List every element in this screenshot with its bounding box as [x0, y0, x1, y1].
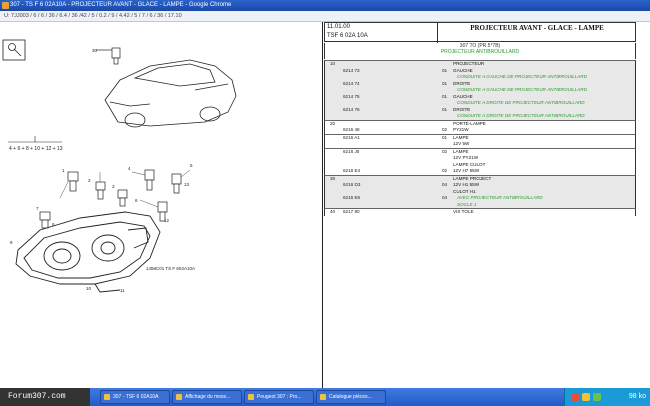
system-tray: 98 ko	[564, 388, 650, 406]
address-text: U: 7JJ003 / 6 / 6 / 36 / 6.4 / 36 /42 / …	[4, 13, 182, 19]
callout-labels: 30 1 2 3 4 5 6 7 8 9 10 11 12 13	[10, 48, 193, 293]
window-icon	[104, 394, 110, 400]
part-description: VIS TOLE	[453, 209, 474, 214]
taskbar-item-label: 307 - TSF 6 02A10A	[113, 394, 159, 400]
sheet-subheader: 307 TO (PR 5*7B) PROJECTEUR ANTIBROUILLA…	[324, 43, 636, 59]
subheader-variant: PROJECTEUR ANTIBROUILLARD	[440, 49, 520, 55]
parts-table: 10 PROJECTEUR 6214 73 01 GAUCHE CONDUITE A GA…	[324, 60, 636, 216]
svg-text:10: 10	[86, 286, 92, 291]
window-icon	[176, 394, 182, 400]
svg-text:5: 5	[190, 163, 193, 168]
parts-row: 6216 J0 02 LAMPE 12V PY21W LAMPE CULOT 6216 E…	[324, 147, 636, 175]
taskbar-item-label: Affichage du mess...	[185, 394, 231, 400]
taskbar-item-label: Peugeot 307 : Pro...	[257, 394, 302, 400]
parts-diagram-pane: 4 + 6 + 8 + 10 + 12 + 13 30 1 2 3 4 5 6 …	[0, 22, 323, 388]
svg-text:3: 3	[112, 184, 115, 189]
bolt-icon	[2, 39, 26, 61]
window-icon	[320, 394, 326, 400]
taskbar-item-label: Catalogue pièces...	[329, 394, 372, 400]
parts-diagram: 4 + 6 + 8 + 10 + 12 + 13 30 1 2 3 4 5 6 …	[2, 39, 237, 293]
taskbar-item-1[interactable]: 307 - TSF 6 02A10A	[100, 390, 170, 404]
svg-text:12: 12	[164, 218, 170, 223]
svg-text:2: 2	[88, 178, 91, 183]
bulb-parts	[39, 169, 182, 229]
address-bar[interactable]: U: 7JJ003 / 6 / 6 / 36 / 6.4 / 36 /42 / …	[0, 11, 650, 22]
svg-text:13: 13	[184, 182, 190, 187]
connector-icon	[96, 47, 121, 65]
index-bracket	[8, 136, 62, 143]
parts-row: 20 PORTE-LAMPE 6216 48 02 PY21W	[324, 119, 636, 134]
taskbar: Forum307.com 307 - TSF 6 02A10A Affichag…	[0, 388, 650, 406]
svg-text:9: 9	[10, 240, 13, 245]
item-number: 40	[330, 209, 336, 214]
start-button[interactable]: Forum307.com	[0, 388, 90, 406]
svg-text:8: 8	[52, 222, 55, 227]
window-title: 307 - TS F 6 02A10A - PROJECTEUR AVANT -…	[10, 2, 232, 8]
window-icon	[248, 394, 254, 400]
tray-status-text: 98 ko	[628, 393, 646, 400]
page-content: 4 + 6 + 8 + 10 + 12 + 13 30 1 2 3 4 5 6 …	[0, 22, 650, 388]
svg-text:1: 1	[62, 168, 65, 173]
antivirus-icon[interactable]	[571, 393, 579, 401]
sheet-ref-code: TSF 6 02A 10A	[327, 33, 368, 39]
parts-row: 30 LAMPE PROJECT 6216 D3 04 12V H1 55W CULOT …	[324, 174, 636, 208]
parts-row: 6216 A1 01 LAMPE 12V 5W	[324, 133, 636, 148]
taskbar-item-4[interactable]: Catalogue pièces...	[316, 390, 386, 404]
app-icon	[2, 2, 9, 9]
svg-text:11: 11	[120, 288, 125, 293]
sheet-ref-number: 11.01.00	[327, 24, 350, 30]
svg-text:6: 6	[135, 198, 138, 203]
index-row-text: 4 + 6 + 8 + 10 + 12 + 13	[9, 146, 63, 152]
volume-icon[interactable]	[593, 393, 601, 401]
drawing-reference: 1458C01 TS F 602A10A	[146, 266, 195, 271]
headlamp-illustration	[15, 211, 161, 293]
window-title-bar: 307 - TS F 6 02A10A - PROJECTEUR AVANT -…	[0, 0, 650, 11]
taskbar-item-3[interactable]: Peugeot 307 : Pro...	[244, 390, 314, 404]
car-illustration	[104, 59, 237, 128]
parts-line: 40 6217 80 VIS TOLE	[325, 209, 635, 216]
part-reference[interactable]: 6217 80	[343, 209, 360, 216]
parts-sheet: 11.01.00 TSF 6 02A 10A PROJECTEUR AVANT …	[324, 22, 650, 388]
parts-row: 10 PROJECTEUR 6214 73 01 GAUCHE CONDUITE A GA…	[324, 60, 636, 120]
sheet-title: PROJECTEUR AVANT - GLACE - LAMPE	[470, 24, 604, 32]
svg-text:4: 4	[128, 166, 131, 171]
sheet-header: 11.01.00 TSF 6 02A 10A PROJECTEUR AVANT …	[324, 22, 636, 43]
svg-text:7: 7	[36, 206, 39, 211]
taskbar-item-2[interactable]: Affichage du mess...	[172, 390, 242, 404]
svg-text:30: 30	[92, 48, 98, 53]
parts-row: 40 6217 80 VIS TOLE	[324, 208, 636, 216]
network-icon[interactable]	[582, 393, 590, 401]
